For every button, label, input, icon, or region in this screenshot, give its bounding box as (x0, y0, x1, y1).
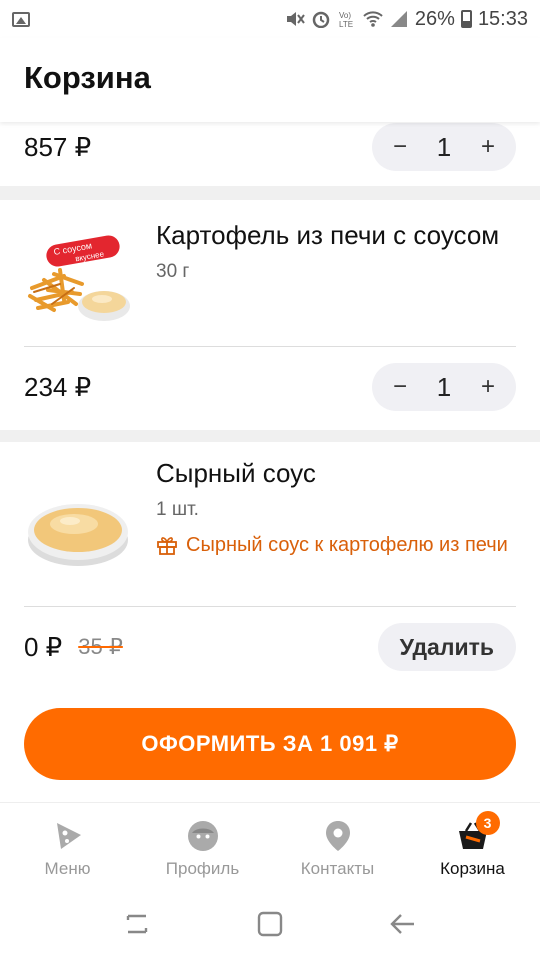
tab-cart[interactable]: 3 Корзина (405, 803, 540, 888)
price-row: 234 ₽ − 1 + (24, 362, 516, 412)
app-header: Корзина (0, 38, 540, 122)
back-button[interactable] (383, 904, 423, 944)
tab-menu[interactable]: Меню (0, 803, 135, 888)
checkout-area: ОФОРМИТЬ ЗА 1 091 ₽ (0, 680, 540, 802)
volte-icon: Vo)LTE (339, 11, 353, 28)
increase-button[interactable]: + (476, 133, 500, 161)
product-name: Сырный соус (156, 458, 316, 488)
decrease-button[interactable]: − (388, 133, 412, 161)
image-notification-icon (12, 11, 30, 27)
fries-with-sauce-image: С соусом вкуснее (28, 235, 130, 321)
home-button[interactable] (250, 904, 290, 944)
profile-face-icon (187, 821, 218, 851)
product-name: Картофель из печи с соусом (156, 220, 500, 250)
item-price: 234 ₽ (24, 371, 92, 402)
wifi-icon (363, 11, 383, 27)
product-info: Сырный соус 1 шт. Сырный соус к картофел… (156, 456, 516, 558)
svg-text:Vo): Vo) (339, 11, 351, 20)
clock: 15:33 (477, 7, 528, 30)
alarm-icon (312, 11, 330, 28)
item-price: 857 ₽ (24, 131, 92, 162)
quantity-value: 1 (436, 371, 452, 402)
page-title: Корзина (24, 60, 151, 95)
tab-label: Меню (44, 859, 91, 878)
product-info: Картофель из печи с соусом 30 г (156, 218, 516, 283)
cart-list[interactable]: 857 ₽ − 1 + С соусом вкуснее Картофель и… (0, 122, 540, 680)
price-row: 0 ₽ 35 ₽ Удалить (24, 622, 516, 672)
tab-profile[interactable]: Профиль (135, 803, 270, 888)
basket-icon-wrap: 3 (456, 811, 500, 853)
battery-icon (460, 10, 472, 28)
quantity-stepper: − 1 + (372, 363, 516, 411)
divider (24, 606, 516, 607)
quantity-stepper: − 1 + (372, 123, 516, 171)
checkout-button[interactable]: ОФОРМИТЬ ЗА 1 091 ₽ (24, 708, 516, 780)
tab-label: Профиль (165, 859, 240, 878)
battery-percent: 26% (414, 7, 455, 30)
product-weight: 30 г (156, 261, 190, 282)
divider (24, 346, 516, 347)
cart-item: С соусом вкуснее Картофель из печи с соу… (0, 200, 540, 430)
old-price: 35 ₽ (78, 634, 123, 659)
item-price: 0 ₽ (24, 631, 63, 662)
cart-count-badge: 3 (475, 811, 500, 835)
gift-text: Сырный соус к картофелю из печи (186, 534, 508, 556)
cart-item: Сырный соус 1 шт. Сырный соус к картофел… (0, 442, 540, 680)
signal-icon (390, 11, 407, 27)
price-row: 857 ₽ − 1 + (24, 122, 516, 172)
product-weight: 1 шт. (156, 499, 199, 520)
svg-text:LTE: LTE (339, 20, 353, 28)
pizza-slice-icon (56, 823, 81, 849)
cart-item: 857 ₽ − 1 + (0, 122, 540, 186)
tab-label: Контакты (300, 859, 375, 878)
increase-button[interactable]: + (476, 373, 500, 401)
cheese-sauce-image (28, 504, 128, 566)
recent-apps-button[interactable] (117, 904, 157, 944)
decrease-button[interactable]: − (388, 373, 412, 401)
gift-icon (157, 537, 177, 555)
delete-button[interactable]: Удалить (377, 623, 516, 671)
system-navigation-bar (0, 888, 540, 960)
back-arrow-icon (390, 914, 415, 934)
tab-label: Корзина (440, 859, 505, 878)
mute-icon (286, 12, 305, 26)
status-indicators: Vo) LTE 26% 15:33 (285, 8, 528, 31)
status-bar: Vo) LTE 26% 15:33 (0, 0, 540, 38)
location-pin-icon (325, 821, 350, 851)
tab-contacts[interactable]: Контакты (270, 803, 405, 888)
quantity-value: 1 (436, 131, 452, 162)
bottom-tab-bar: Меню Профиль Контакты 3 Корзина (0, 802, 540, 888)
gift-note: Сырный соус к картофелю из печи (156, 533, 516, 558)
home-icon (257, 911, 283, 937)
recent-apps-icon (126, 914, 147, 934)
